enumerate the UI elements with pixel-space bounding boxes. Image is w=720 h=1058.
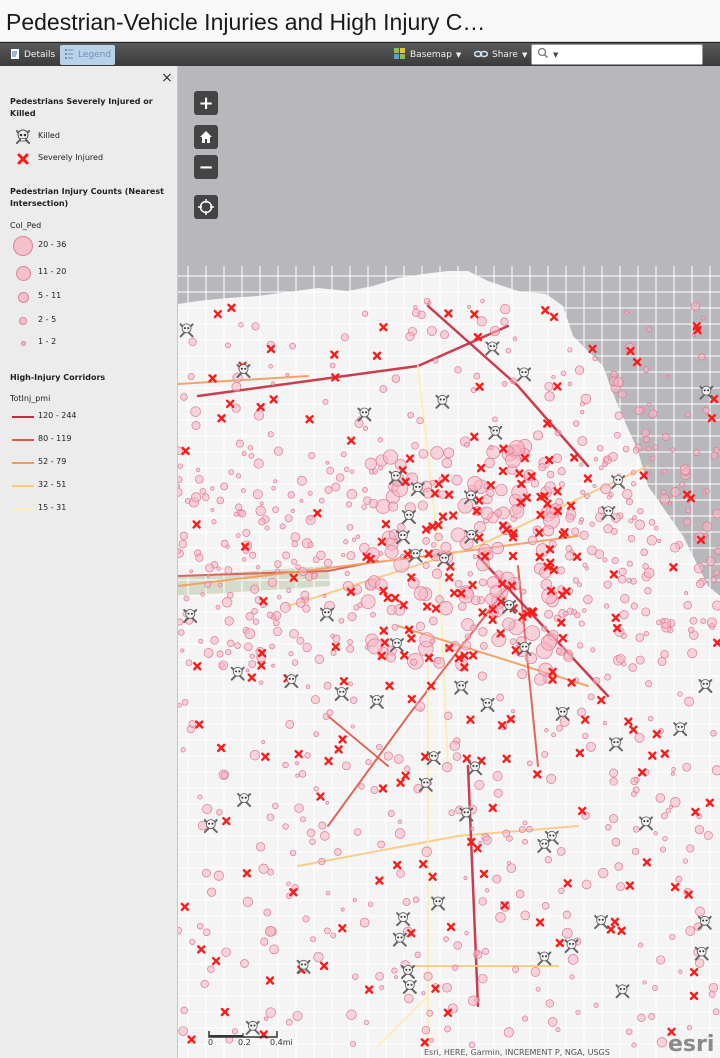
legend-corridor-label: 80 - 119 — [38, 434, 72, 443]
legend-field-totinj: TotInj_pmi — [10, 394, 51, 403]
legend-field-colped: Col_Ped — [10, 221, 42, 230]
chevron-down-icon[interactable]: ▼ — [553, 51, 558, 59]
details-button[interactable]: Details — [6, 45, 59, 65]
line-swatch-icon — [12, 485, 34, 487]
basemap-label: Basemap — [410, 50, 452, 60]
map-attribution: Esri, HERE, Garmin, INCREMENT P, NGA, US… — [424, 1048, 610, 1057]
legend-count-label: 5 - 11 — [38, 291, 62, 300]
scale-label-0: 0 — [208, 1038, 214, 1047]
legend-item-count: 20 - 36 — [10, 236, 175, 256]
zoom-out-button[interactable]: − — [194, 155, 218, 179]
legend-item-severe: Severely Injured — [10, 149, 175, 169]
chevron-down-icon: ▼ — [455, 51, 462, 59]
legend-corridor-label: 15 - 31 — [38, 503, 67, 512]
details-icon — [10, 48, 20, 63]
line-swatch-icon — [12, 416, 34, 418]
line-swatch-icon — [12, 508, 34, 510]
scale-bar-graphic — [208, 1031, 278, 1038]
scale-bar: 0 0.2 0.4mi — [208, 1026, 318, 1056]
locate-icon — [198, 199, 214, 215]
circle-20-36-icon — [13, 236, 33, 256]
home-button[interactable] — [194, 125, 218, 149]
legend-corridor-label: 120 - 244 — [38, 411, 77, 420]
map-view[interactable]: + − 0 0.2 0.4mi Esri, HERE, Garmin, INCR… — [178, 66, 720, 1058]
legend-corridor-label: 32 - 51 — [38, 480, 67, 489]
legend-panel: × Pedestrians Severely Injured or Killed… — [0, 66, 178, 1058]
legend-item-count: 5 - 11 — [10, 287, 175, 307]
legend-item-count: 11 - 20 — [10, 263, 175, 283]
search-icon — [537, 47, 549, 62]
legend-count-label: 20 - 36 — [38, 240, 67, 249]
toolbar: Details Legend Basemap ▼ Share ▼ ▼ — [0, 42, 720, 66]
legend-heading-severe: Pedestrians Severely Injured or Killed — [10, 97, 153, 118]
link-icon — [473, 49, 489, 62]
search-input[interactable]: ▼ — [531, 44, 703, 65]
locate-button[interactable] — [194, 195, 218, 219]
legend-count-label: 1 - 2 — [38, 337, 57, 346]
circle-1-2-icon — [20, 340, 26, 346]
legend-item-count: 2 - 5 — [10, 311, 175, 331]
circle-5-11-icon — [17, 291, 29, 303]
zoom-in-button[interactable]: + — [194, 91, 218, 115]
legend-item-corridor: 32 - 51 — [10, 476, 175, 496]
esri-logo: esri — [668, 1032, 715, 1057]
legend-heading-counts: Pedestrian Injury Counts (Nearest Inters… — [10, 187, 164, 208]
share-label: Share — [492, 50, 518, 60]
scale-label-max: 0.4mi — [270, 1038, 293, 1047]
circle-11-20-icon — [15, 265, 31, 281]
close-icon[interactable]: × — [160, 70, 174, 86]
share-button[interactable]: Share ▼ — [470, 45, 531, 65]
scale-label-mid: 0.2 — [238, 1038, 251, 1047]
legend-count-label: 11 - 20 — [38, 267, 67, 276]
legend-icon — [64, 48, 74, 63]
details-label: Details — [24, 50, 56, 60]
chevron-down-icon: ▼ — [521, 51, 528, 59]
legend-corridor-label: 52 - 79 — [38, 457, 67, 466]
line-swatch-icon — [12, 462, 34, 464]
legend-heading-corridors: High-Injury Corridors — [10, 373, 106, 382]
legend-item-corridor: 80 - 119 — [10, 430, 175, 450]
legend-item-corridor: 120 - 244 — [10, 407, 175, 427]
basemap-grid-icon — [394, 47, 406, 63]
legend-count-label: 2 - 5 — [38, 315, 57, 324]
legend-label: Legend — [78, 50, 112, 60]
skull-crossbones-icon — [10, 127, 36, 147]
legend-button[interactable]: Legend — [60, 45, 115, 65]
page-title: Pedestrian-Vehicle Injuries and High Inj… — [6, 9, 486, 35]
legend-label-severe: Severely Injured — [38, 153, 104, 162]
legend-item-corridor: 15 - 31 — [10, 499, 175, 519]
basemap-button[interactable]: Basemap ▼ — [390, 45, 465, 65]
circle-2-5-icon — [19, 317, 27, 325]
home-icon — [200, 131, 212, 143]
legend-item-killed: Killed — [10, 127, 175, 147]
map-canvas[interactable] — [178, 66, 720, 1058]
legend-label-killed: Killed — [38, 131, 60, 140]
red-x-icon — [10, 149, 36, 169]
legend-item-corridor: 52 - 79 — [10, 453, 175, 473]
title-bar: Pedestrian-Vehicle Injuries and High Inj… — [0, 0, 720, 42]
line-swatch-icon — [12, 439, 34, 441]
legend-item-count: 1 - 2 — [10, 333, 175, 353]
